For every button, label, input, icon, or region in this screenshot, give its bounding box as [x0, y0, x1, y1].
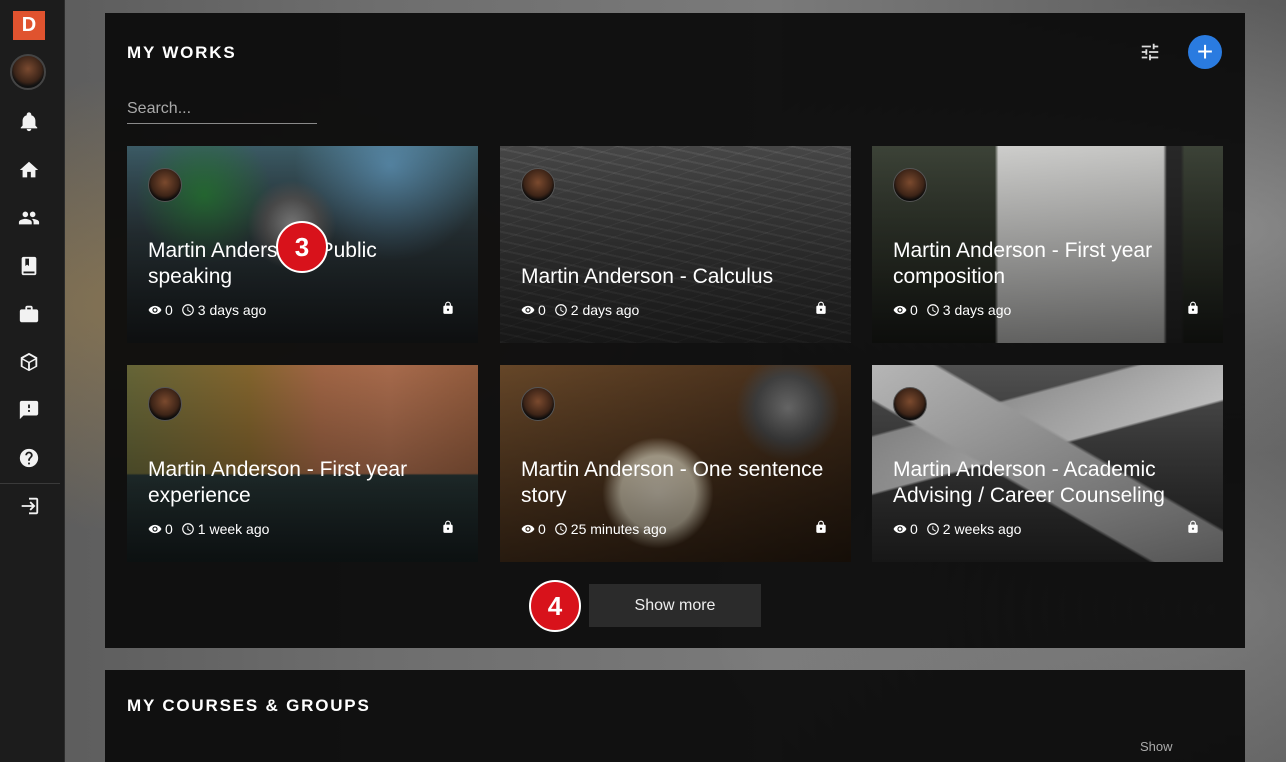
- courses-show-link[interactable]: Show: [1140, 739, 1173, 754]
- view-count: 0: [538, 521, 546, 537]
- cube-icon[interactable]: [17, 350, 41, 374]
- eye-icon: [893, 305, 907, 315]
- work-card[interactable]: Martin Anderson - Calculus 0 2 days ago: [500, 146, 851, 343]
- eye-icon: [521, 305, 535, 315]
- work-card[interactable]: Martin Anderson - First year composition…: [872, 146, 1223, 343]
- clock-icon: [926, 523, 939, 535]
- sidebar: D: [0, 0, 65, 762]
- card-avatar: [893, 168, 927, 202]
- lock-icon: [1186, 519, 1200, 535]
- eye-icon: [148, 524, 162, 534]
- card-meta: 0 25 minutes ago: [521, 521, 675, 537]
- card-meta: 0 2 days ago: [521, 302, 647, 318]
- show-more-button[interactable]: Show more: [589, 584, 761, 627]
- updated-time: 1 week ago: [197, 521, 270, 537]
- book-icon[interactable]: [17, 254, 41, 278]
- lock-icon: [441, 519, 455, 535]
- card-meta: 0 2 weeks ago: [893, 521, 1029, 537]
- sidebar-divider: [0, 483, 60, 484]
- card-avatar: [893, 387, 927, 421]
- view-count: 0: [910, 302, 918, 318]
- updated-time: 2 days ago: [570, 302, 640, 318]
- card-avatar: [148, 387, 182, 421]
- people-icon[interactable]: [17, 206, 41, 230]
- lock-icon: [441, 300, 455, 316]
- eye-icon: [521, 524, 535, 534]
- work-card[interactable]: Martin Anderson - Academic Advising / Ca…: [872, 365, 1223, 562]
- eye-icon: [148, 305, 162, 315]
- logout-icon[interactable]: [17, 494, 41, 518]
- my-courses-title: MY COURSES & GROUPS: [127, 696, 371, 715]
- updated-time: 3 days ago: [942, 302, 1012, 318]
- annotation-badge-4: 4: [529, 580, 581, 632]
- filter-icon[interactable]: [1139, 41, 1163, 65]
- card-avatar: [521, 168, 555, 202]
- view-count: 0: [165, 302, 173, 318]
- clock-icon: [554, 304, 567, 316]
- card-avatar: [521, 387, 555, 421]
- work-card[interactable]: Martin Anderson - First year experience …: [127, 365, 478, 562]
- search-input[interactable]: [127, 95, 317, 124]
- my-works-title: MY WORKS: [127, 43, 237, 62]
- lock-icon: [814, 300, 828, 316]
- clock-icon: [181, 523, 194, 535]
- updated-time: 2 weeks ago: [942, 521, 1022, 537]
- work-card[interactable]: Martin Anderson - One sentence story 0 2…: [500, 365, 851, 562]
- lock-icon: [1186, 300, 1200, 316]
- card-avatar: [148, 168, 182, 202]
- view-count: 0: [538, 302, 546, 318]
- card-meta: 0 3 days ago: [893, 302, 1019, 318]
- clock-icon: [554, 523, 567, 535]
- bell-icon[interactable]: [17, 110, 41, 134]
- home-icon[interactable]: [17, 158, 41, 182]
- user-avatar[interactable]: [10, 54, 46, 90]
- clock-icon: [181, 304, 194, 316]
- add-work-button[interactable]: +: [1188, 35, 1222, 69]
- card-title: Martin Anderson - First year composition: [893, 239, 1153, 288]
- view-count: 0: [910, 521, 918, 537]
- card-meta: 0 1 week ago: [148, 521, 277, 537]
- clock-icon: [926, 304, 939, 316]
- eye-icon: [893, 524, 907, 534]
- updated-time: 25 minutes ago: [570, 521, 667, 537]
- app-logo[interactable]: D: [13, 11, 45, 40]
- my-courses-panel: MY COURSES & GROUPS Show: [105, 670, 1245, 762]
- annotation-badge-3: 3: [276, 221, 328, 273]
- my-works-panel: MY WORKS + Martin Anderson - Public spea…: [105, 13, 1245, 648]
- briefcase-icon[interactable]: [17, 302, 41, 326]
- card-title: Martin Anderson - First year experience: [148, 458, 408, 507]
- card-meta: 0 3 days ago: [148, 302, 274, 318]
- help-icon[interactable]: [17, 446, 41, 470]
- updated-time: 3 days ago: [197, 302, 267, 318]
- feedback-icon[interactable]: [17, 398, 41, 422]
- card-title: Martin Anderson - Calculus: [521, 265, 774, 288]
- card-title: Martin Anderson - One sentence story: [521, 458, 824, 507]
- lock-icon: [814, 519, 828, 535]
- card-title: Martin Anderson - Academic Advising / Ca…: [893, 458, 1165, 507]
- view-count: 0: [165, 521, 173, 537]
